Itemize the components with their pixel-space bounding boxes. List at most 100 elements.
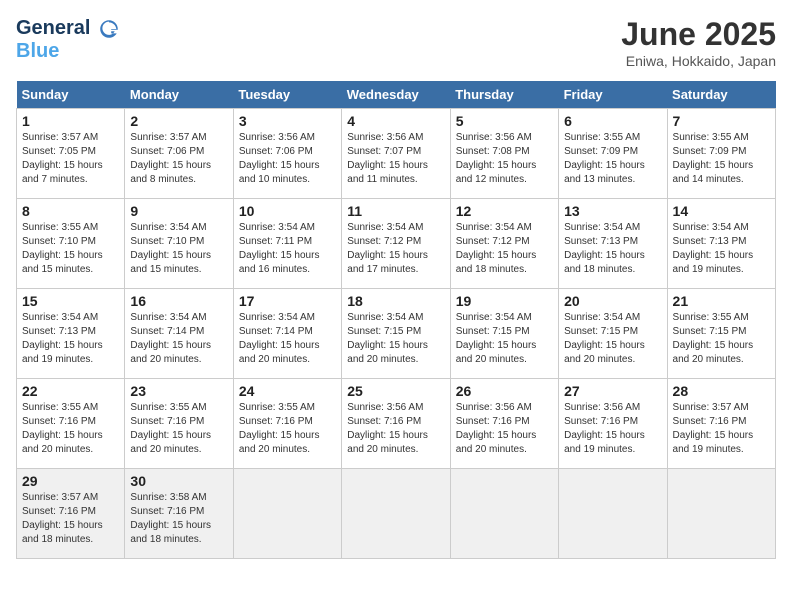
header-sunday: Sunday <box>17 81 125 109</box>
day-number: 7 <box>673 113 770 129</box>
day-number: 27 <box>564 383 661 399</box>
table-row: 12 Sunrise: 3:54 AM Sunset: 7:12 PM Dayl… <box>450 199 558 289</box>
table-row: 28 Sunrise: 3:57 AM Sunset: 7:16 PM Dayl… <box>667 379 775 469</box>
table-row <box>559 469 667 559</box>
day-info: Sunrise: 3:55 AM Sunset: 7:09 PM Dayligh… <box>673 131 770 187</box>
table-row: 1 Sunrise: 3:57 AM Sunset: 7:05 PM Dayli… <box>17 109 125 199</box>
day-number: 29 <box>22 473 119 489</box>
calendar-table: Sunday Monday Tuesday Wednesday Thursday… <box>16 81 776 559</box>
table-row: 24 Sunrise: 3:55 AM Sunset: 7:16 PM Dayl… <box>233 379 341 469</box>
table-row: 14 Sunrise: 3:54 AM Sunset: 7:13 PM Dayl… <box>667 199 775 289</box>
day-number: 30 <box>130 473 227 489</box>
day-number: 16 <box>130 293 227 309</box>
day-number: 28 <box>673 383 770 399</box>
logo-wordmark: General <box>16 16 120 40</box>
calendar-week-row: 1 Sunrise: 3:57 AM Sunset: 7:05 PM Dayli… <box>17 109 776 199</box>
calendar-subtitle: Eniwa, Hokkaido, Japan <box>621 53 776 69</box>
table-row: 16 Sunrise: 3:54 AM Sunset: 7:14 PM Dayl… <box>125 289 233 379</box>
day-info: Sunrise: 3:57 AM Sunset: 7:16 PM Dayligh… <box>673 401 770 457</box>
table-row: 10 Sunrise: 3:54 AM Sunset: 7:11 PM Dayl… <box>233 199 341 289</box>
logo: General Blue <box>16 16 120 63</box>
table-row: 27 Sunrise: 3:56 AM Sunset: 7:16 PM Dayl… <box>559 379 667 469</box>
day-number: 26 <box>456 383 553 399</box>
day-number: 19 <box>456 293 553 309</box>
table-row: 3 Sunrise: 3:56 AM Sunset: 7:06 PM Dayli… <box>233 109 341 199</box>
day-info: Sunrise: 3:55 AM Sunset: 7:10 PM Dayligh… <box>22 221 119 277</box>
table-row <box>342 469 450 559</box>
table-row: 19 Sunrise: 3:54 AM Sunset: 7:15 PM Dayl… <box>450 289 558 379</box>
header: General Blue June 2025 Eniwa, Hokkaido, … <box>16 16 776 69</box>
calendar-week-row: 29 Sunrise: 3:57 AM Sunset: 7:16 PM Dayl… <box>17 469 776 559</box>
day-info: Sunrise: 3:55 AM Sunset: 7:15 PM Dayligh… <box>673 311 770 367</box>
table-row: 23 Sunrise: 3:55 AM Sunset: 7:16 PM Dayl… <box>125 379 233 469</box>
table-row: 20 Sunrise: 3:54 AM Sunset: 7:15 PM Dayl… <box>559 289 667 379</box>
calendar-header-row: Sunday Monday Tuesday Wednesday Thursday… <box>17 81 776 109</box>
table-row: 11 Sunrise: 3:54 AM Sunset: 7:12 PM Dayl… <box>342 199 450 289</box>
day-number: 9 <box>130 203 227 219</box>
day-info: Sunrise: 3:54 AM Sunset: 7:15 PM Dayligh… <box>456 311 553 367</box>
day-info: Sunrise: 3:54 AM Sunset: 7:13 PM Dayligh… <box>564 221 661 277</box>
day-info: Sunrise: 3:56 AM Sunset: 7:06 PM Dayligh… <box>239 131 336 187</box>
day-info: Sunrise: 3:55 AM Sunset: 7:16 PM Dayligh… <box>22 401 119 457</box>
table-row: 7 Sunrise: 3:55 AM Sunset: 7:09 PM Dayli… <box>667 109 775 199</box>
day-info: Sunrise: 3:56 AM Sunset: 7:07 PM Dayligh… <box>347 131 444 187</box>
day-info: Sunrise: 3:56 AM Sunset: 7:16 PM Dayligh… <box>456 401 553 457</box>
header-tuesday: Tuesday <box>233 81 341 109</box>
table-row: 22 Sunrise: 3:55 AM Sunset: 7:16 PM Dayl… <box>17 379 125 469</box>
logo-icon <box>98 18 120 40</box>
day-info: Sunrise: 3:54 AM Sunset: 7:13 PM Dayligh… <box>22 311 119 367</box>
day-info: Sunrise: 3:55 AM Sunset: 7:16 PM Dayligh… <box>239 401 336 457</box>
day-number: 10 <box>239 203 336 219</box>
day-info: Sunrise: 3:54 AM Sunset: 7:15 PM Dayligh… <box>564 311 661 367</box>
table-row <box>233 469 341 559</box>
day-number: 4 <box>347 113 444 129</box>
table-row: 25 Sunrise: 3:56 AM Sunset: 7:16 PM Dayl… <box>342 379 450 469</box>
day-info: Sunrise: 3:54 AM Sunset: 7:10 PM Dayligh… <box>130 221 227 277</box>
table-row: 2 Sunrise: 3:57 AM Sunset: 7:06 PM Dayli… <box>125 109 233 199</box>
table-row: 13 Sunrise: 3:54 AM Sunset: 7:13 PM Dayl… <box>559 199 667 289</box>
table-row: 15 Sunrise: 3:54 AM Sunset: 7:13 PM Dayl… <box>17 289 125 379</box>
day-info: Sunrise: 3:57 AM Sunset: 7:05 PM Dayligh… <box>22 131 119 187</box>
day-number: 17 <box>239 293 336 309</box>
day-number: 21 <box>673 293 770 309</box>
logo-blue: Blue <box>16 40 120 63</box>
calendar-week-row: 8 Sunrise: 3:55 AM Sunset: 7:10 PM Dayli… <box>17 199 776 289</box>
day-info: Sunrise: 3:54 AM Sunset: 7:14 PM Dayligh… <box>239 311 336 367</box>
day-info: Sunrise: 3:56 AM Sunset: 7:08 PM Dayligh… <box>456 131 553 187</box>
table-row: 18 Sunrise: 3:54 AM Sunset: 7:15 PM Dayl… <box>342 289 450 379</box>
table-row: 21 Sunrise: 3:55 AM Sunset: 7:15 PM Dayl… <box>667 289 775 379</box>
calendar-week-row: 15 Sunrise: 3:54 AM Sunset: 7:13 PM Dayl… <box>17 289 776 379</box>
day-info: Sunrise: 3:55 AM Sunset: 7:16 PM Dayligh… <box>130 401 227 457</box>
day-info: Sunrise: 3:58 AM Sunset: 7:16 PM Dayligh… <box>130 491 227 547</box>
title-area: June 2025 Eniwa, Hokkaido, Japan <box>621 16 776 69</box>
table-row: 6 Sunrise: 3:55 AM Sunset: 7:09 PM Dayli… <box>559 109 667 199</box>
day-info: Sunrise: 3:55 AM Sunset: 7:09 PM Dayligh… <box>564 131 661 187</box>
day-info: Sunrise: 3:54 AM Sunset: 7:14 PM Dayligh… <box>130 311 227 367</box>
day-info: Sunrise: 3:57 AM Sunset: 7:16 PM Dayligh… <box>22 491 119 547</box>
table-row: 29 Sunrise: 3:57 AM Sunset: 7:16 PM Dayl… <box>17 469 125 559</box>
day-number: 23 <box>130 383 227 399</box>
day-number: 13 <box>564 203 661 219</box>
day-number: 6 <box>564 113 661 129</box>
calendar-title: June 2025 <box>621 16 776 53</box>
day-info: Sunrise: 3:54 AM Sunset: 7:13 PM Dayligh… <box>673 221 770 277</box>
day-number: 12 <box>456 203 553 219</box>
table-row: 8 Sunrise: 3:55 AM Sunset: 7:10 PM Dayli… <box>17 199 125 289</box>
day-number: 14 <box>673 203 770 219</box>
day-info: Sunrise: 3:56 AM Sunset: 7:16 PM Dayligh… <box>347 401 444 457</box>
day-number: 20 <box>564 293 661 309</box>
table-row: 4 Sunrise: 3:56 AM Sunset: 7:07 PM Dayli… <box>342 109 450 199</box>
day-info: Sunrise: 3:57 AM Sunset: 7:06 PM Dayligh… <box>130 131 227 187</box>
table-row: 17 Sunrise: 3:54 AM Sunset: 7:14 PM Dayl… <box>233 289 341 379</box>
table-row: 9 Sunrise: 3:54 AM Sunset: 7:10 PM Dayli… <box>125 199 233 289</box>
table-row: 26 Sunrise: 3:56 AM Sunset: 7:16 PM Dayl… <box>450 379 558 469</box>
day-number: 25 <box>347 383 444 399</box>
day-info: Sunrise: 3:56 AM Sunset: 7:16 PM Dayligh… <box>564 401 661 457</box>
day-info: Sunrise: 3:54 AM Sunset: 7:15 PM Dayligh… <box>347 311 444 367</box>
table-row <box>450 469 558 559</box>
day-number: 22 <box>22 383 119 399</box>
header-wednesday: Wednesday <box>342 81 450 109</box>
day-number: 2 <box>130 113 227 129</box>
table-row: 30 Sunrise: 3:58 AM Sunset: 7:16 PM Dayl… <box>125 469 233 559</box>
day-number: 18 <box>347 293 444 309</box>
